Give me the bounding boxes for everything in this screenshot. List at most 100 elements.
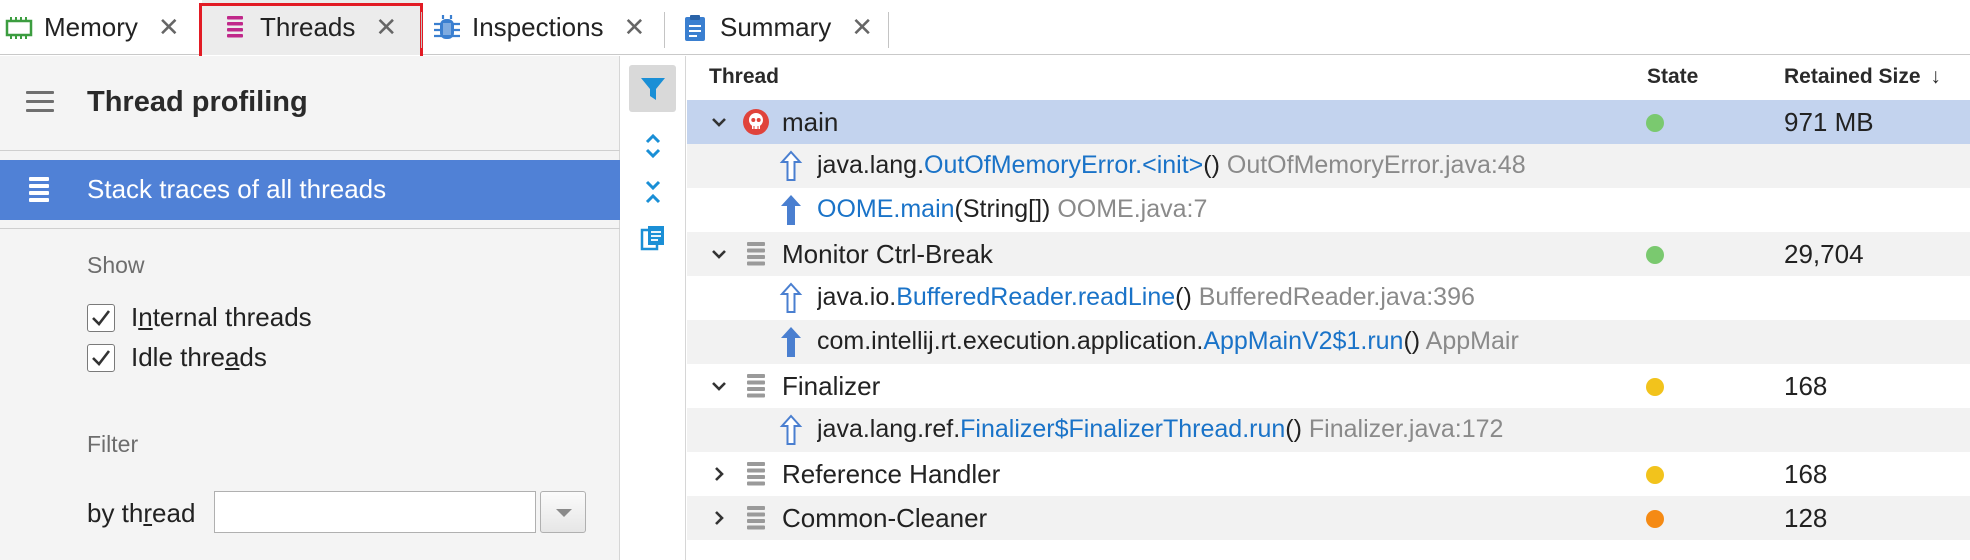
- internal-threads-option[interactable]: Internal threads: [87, 302, 312, 333]
- idle-threads-option[interactable]: Idle threads: [87, 342, 267, 373]
- tab-highlight-box: [199, 3, 423, 62]
- expand-all-button[interactable]: [629, 122, 676, 169]
- tab-label: Inspections: [472, 12, 604, 42]
- thread-row[interactable]: Common-Cleaner 128: [687, 496, 1970, 540]
- thread-row[interactable]: Monitor Ctrl-Break 29,704: [687, 232, 1970, 276]
- source-location[interactable]: OutOfMemoryError.java:48: [1227, 151, 1526, 179]
- internal-threads-label: Internal threads: [131, 302, 312, 332]
- hamburger-menu-icon[interactable]: [26, 91, 54, 113]
- idle-threads-checkbox[interactable]: [87, 343, 115, 372]
- column-header-retained-size[interactable]: Retained Size ↓: [1784, 65, 1941, 89]
- retained-size: 168: [1784, 371, 1828, 401]
- nav-item-label: Stack traces of all threads: [87, 174, 387, 204]
- sort-descending-icon: ↓: [1930, 65, 1941, 88]
- retained-size: 168: [1784, 459, 1828, 489]
- thread-state-indicator: [1646, 510, 1664, 528]
- memory-chip-icon: [5, 16, 33, 39]
- tab-summary[interactable]: Summary ✕: [680, 0, 890, 55]
- checkmark-icon: [92, 309, 111, 326]
- stack-frame-text: java.io.BufferedReader.readLine() Buffer…: [817, 283, 1475, 311]
- retained-size: 128: [1784, 503, 1828, 533]
- method-link[interactable]: BufferedReader.readLine: [896, 283, 1175, 311]
- thread-name: Monitor Ctrl-Break: [782, 239, 993, 269]
- tab-memory[interactable]: Memory ✕: [0, 0, 200, 55]
- panel-title: Thread profiling: [87, 86, 308, 118]
- expand-icon: [645, 133, 660, 158]
- tab-divider: [888, 12, 889, 48]
- bug-icon: [434, 14, 460, 39]
- stack-frame-text: com.intellij.rt.execution.application.Ap…: [817, 327, 1519, 355]
- funnel-icon: [640, 77, 665, 100]
- thread-row[interactable]: main 971 MB: [687, 100, 1970, 144]
- chevron-down-icon[interactable]: [707, 374, 731, 398]
- thread-state-indicator: [1646, 466, 1664, 484]
- copy-button[interactable]: [629, 214, 676, 261]
- thread-filter-input[interactable]: [214, 491, 536, 533]
- skull-icon: [743, 109, 769, 135]
- close-icon[interactable]: ✕: [624, 12, 646, 43]
- source-location[interactable]: BufferedReader.java:396: [1199, 283, 1475, 311]
- method-link[interactable]: AppMainV2$1.run: [1203, 327, 1403, 355]
- stack-frame-row[interactable]: java.lang.ref.Finalizer$FinalizerThread.…: [687, 408, 1970, 452]
- thread-state-indicator: [1646, 378, 1664, 396]
- thread-state-indicator: [1646, 246, 1664, 264]
- chevron-right-icon[interactable]: [707, 462, 731, 486]
- thread-icon: [747, 374, 765, 398]
- divider: [0, 228, 620, 229]
- stack-frame-row[interactable]: com.intellij.rt.execution.application.Ap…: [687, 320, 1970, 364]
- collapse-all-button[interactable]: [629, 168, 676, 215]
- internal-threads-checkbox[interactable]: [87, 303, 115, 332]
- stack-frame-text: java.lang.ref.Finalizer$FinalizerThread.…: [817, 415, 1504, 443]
- tab-label: Summary: [720, 12, 832, 42]
- filter-dropdown-button[interactable]: [540, 491, 586, 533]
- stack-frame-row[interactable]: OOME.main(String[]) OOME.java:7: [687, 188, 1970, 232]
- clipboard-icon: [685, 14, 705, 41]
- tab-divider: [664, 12, 665, 48]
- stack-frame-row[interactable]: java.io.BufferedReader.readLine() Buffer…: [687, 276, 1970, 320]
- close-icon[interactable]: ✕: [851, 12, 873, 43]
- chevron-down-icon[interactable]: [707, 242, 731, 266]
- tab-label: Memory: [44, 12, 138, 42]
- source-location[interactable]: Finalizer.java:172: [1309, 415, 1504, 443]
- collapse-icon: [645, 180, 660, 203]
- thread-table: Thread State Retained Size ↓ main 971 MB j…: [687, 56, 1970, 560]
- vertical-toolbar: [621, 56, 686, 560]
- method-link[interactable]: Finalizer$FinalizerThread.run: [960, 415, 1285, 443]
- chevron-right-icon[interactable]: [707, 506, 731, 530]
- idle-threads-label: Idle threads: [131, 342, 267, 372]
- solid-up-arrow-icon: [781, 195, 801, 225]
- filter-toggle-button[interactable]: [629, 65, 676, 112]
- thread-name: Finalizer: [782, 371, 881, 401]
- table-header: Thread State Retained Size ↓: [687, 56, 1970, 100]
- tab-divider: [421, 12, 422, 48]
- thread-profiling-panel: Thread profiling Stack traces of all thr…: [0, 56, 620, 560]
- thread-name: Reference Handler: [782, 459, 1001, 489]
- checkmark-icon: [92, 349, 111, 366]
- chevron-down-icon[interactable]: [707, 110, 731, 134]
- outline-up-arrow-icon: [779, 282, 803, 313]
- thread-state-indicator: [1646, 114, 1664, 132]
- column-header-thread[interactable]: Thread: [709, 65, 779, 89]
- thread-icon: [747, 242, 765, 266]
- method-link[interactable]: OOME.main: [817, 195, 955, 223]
- source-location[interactable]: OOME.java:7: [1057, 195, 1207, 223]
- divider: [0, 150, 620, 151]
- solid-up-arrow-icon: [781, 327, 801, 357]
- stack-frame-text: java.lang.OutOfMemoryError.<init>() OutO…: [817, 151, 1526, 179]
- thread-name: Common-Cleaner: [782, 503, 988, 533]
- nav-item-stack-traces[interactable]: Stack traces of all threads: [0, 160, 620, 220]
- thread-name: main: [782, 107, 839, 137]
- thread-icon: [747, 462, 765, 486]
- outline-up-arrow-icon: [779, 414, 803, 445]
- column-header-state[interactable]: State: [1647, 65, 1698, 89]
- thread-row[interactable]: Reference Handler 168: [687, 452, 1970, 496]
- method-link[interactable]: OutOfMemoryError.<init>: [924, 151, 1203, 179]
- copy-icon: [640, 225, 664, 250]
- thread-row[interactable]: Finalizer 168: [687, 364, 1970, 408]
- outline-up-arrow-icon: [779, 150, 803, 181]
- stack-frame-row[interactable]: java.lang.OutOfMemoryError.<init>() OutO…: [687, 144, 1970, 188]
- tab-inspections[interactable]: Inspections ✕: [428, 0, 660, 55]
- thread-icon: [747, 506, 765, 530]
- source-location[interactable]: AppMair: [1426, 327, 1519, 355]
- close-icon[interactable]: ✕: [158, 12, 180, 43]
